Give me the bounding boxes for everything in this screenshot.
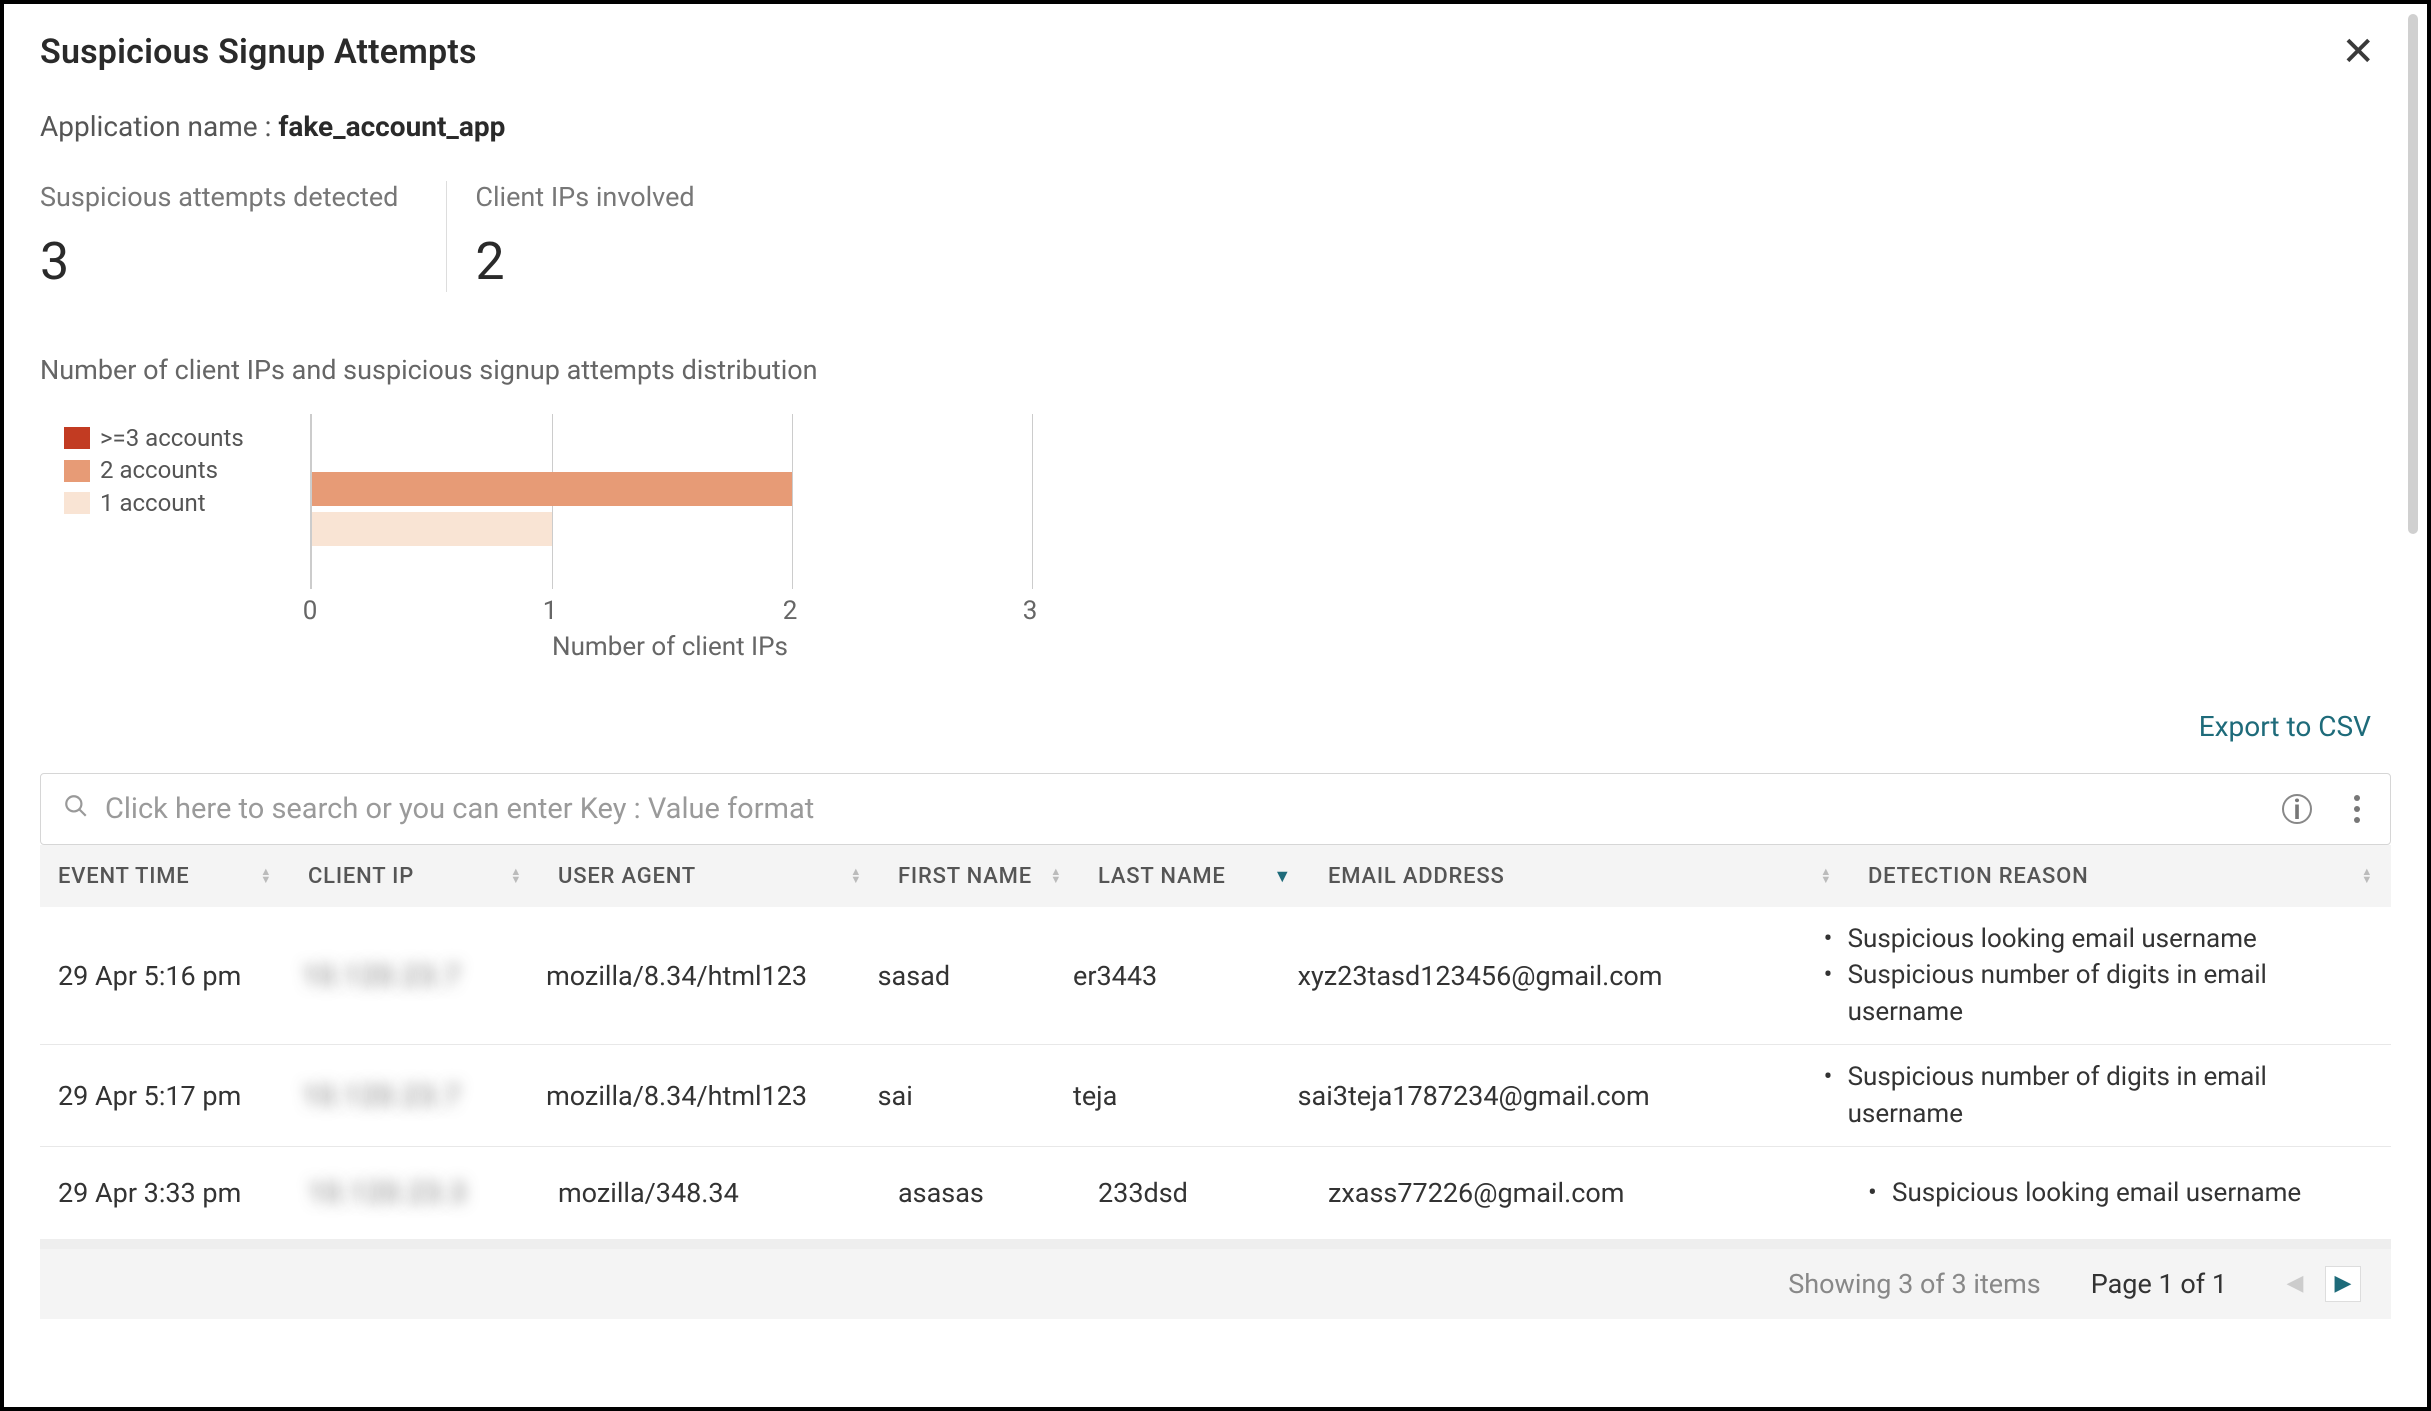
cell-first-name: asasas — [880, 1163, 1080, 1223]
sort-icon: ▲▼ — [510, 868, 522, 883]
legend-item: >=3 accounts — [64, 422, 270, 454]
chart-tick: 1 — [543, 596, 558, 626]
chart-tick: 3 — [1023, 596, 1038, 626]
chart-tick: 2 — [783, 596, 798, 626]
cell-event-time: 29 Apr 3:33 pm — [40, 1163, 290, 1223]
cell-user-agent: mozilla/348.34 — [540, 1163, 880, 1223]
page-title: Suspicious Signup Attempts — [40, 32, 477, 72]
legend-swatch-icon — [64, 427, 90, 449]
application-name-label: Application name : — [40, 110, 271, 143]
chart-bar — [312, 512, 552, 546]
cell-first-name: sasad — [860, 946, 1055, 1006]
cell-user-agent: mozilla/8.34/html123 — [528, 1066, 860, 1126]
pager-prev-icon: ◀ — [2277, 1266, 2313, 1302]
sort-icon: ▲▼ — [850, 868, 862, 883]
horizontal-scrollbar[interactable] — [40, 1239, 2391, 1249]
table-body: 29 Apr 5:16 pm10.120.23.7mozilla/8.34/ht… — [40, 907, 2391, 1239]
column-client-ip[interactable]: CLIENT IP ▲▼ — [290, 864, 540, 889]
cell-email: zxass77226@gmail.com — [1310, 1163, 1850, 1223]
page-indicator: Page 1 of 1 — [2091, 1268, 2227, 1300]
table-header: EVENT TIME ▲▼ CLIENT IP ▲▼ USER AGENT ▲▼… — [40, 845, 2391, 907]
cell-detection-reason: Suspicious looking email username — [1850, 1161, 2391, 1225]
sort-icon: ▲▼ — [1050, 868, 1062, 883]
detection-reason-item: Suspicious number of digits in email use… — [1824, 957, 2373, 1030]
application-name-line: Application name : fake_account_app — [40, 110, 2391, 143]
application-name-value: fake_account_app — [278, 110, 505, 143]
legend-label: 1 account — [100, 487, 206, 519]
cell-detection-reason: Suspicious number of digits in email use… — [1806, 1045, 2391, 1146]
cell-client-ip: 10.120.23.7 — [284, 1065, 528, 1126]
metric-value: 3 — [40, 231, 398, 292]
metric-label: Suspicious attempts detected — [40, 181, 398, 213]
search-bar[interactable]: Click here to search or you can enter Ke… — [40, 773, 2391, 845]
column-first-name[interactable]: FIRST NAME ▲▼ — [880, 864, 1080, 889]
legend-label: 2 accounts — [100, 454, 218, 486]
sort-icon: ▲▼ — [2361, 868, 2373, 883]
column-label: LAST NAME — [1098, 864, 1226, 889]
vertical-scrollbar[interactable] — [2405, 10, 2421, 1401]
column-label: FIRST NAME — [898, 864, 1032, 889]
cell-user-agent: mozilla/8.34/html123 — [528, 946, 860, 1006]
column-label: CLIENT IP — [308, 864, 414, 889]
chart-bar — [312, 472, 792, 506]
table-row[interactable]: 29 Apr 5:16 pm10.120.23.7mozilla/8.34/ht… — [40, 907, 2391, 1045]
kebab-menu-icon[interactable] — [2346, 793, 2368, 825]
cell-last-name: teja — [1055, 1066, 1280, 1126]
search-placeholder: Click here to search or you can enter Ke… — [105, 792, 2248, 826]
chart-tick: 0 — [303, 596, 318, 626]
sort-icon: ▲▼ — [260, 868, 272, 883]
column-event-time[interactable]: EVENT TIME ▲▼ — [40, 864, 290, 889]
cell-last-name: er3443 — [1055, 946, 1280, 1006]
metric-label: Client IPs involved — [475, 181, 694, 213]
metrics-row: Suspicious attempts detected 3 Client IP… — [40, 181, 2391, 292]
legend-label: >=3 accounts — [100, 422, 244, 454]
legend-item: 2 accounts — [64, 454, 270, 486]
cell-event-time: 29 Apr 5:16 pm — [40, 946, 284, 1006]
close-icon[interactable]: ✕ — [2335, 32, 2381, 72]
column-last-name[interactable]: LAST NAME ▼ — [1080, 864, 1310, 889]
cell-detection-reason: Suspicious looking email usernameSuspici… — [1806, 907, 2391, 1044]
showing-count: Showing 3 of 3 items — [1788, 1268, 2040, 1300]
cell-last-name: 233dsd — [1080, 1163, 1310, 1223]
detection-reason-item: Suspicious looking email username — [1824, 921, 2373, 957]
table-row[interactable]: 29 Apr 5:17 pm10.120.23.7mozilla/8.34/ht… — [40, 1045, 2391, 1147]
legend-swatch-icon — [64, 492, 90, 514]
metric-client-ips: Client IPs involved 2 — [446, 181, 742, 292]
sort-desc-icon: ▼ — [1273, 866, 1292, 887]
cell-client-ip: 10.120.23.3 — [290, 1162, 540, 1223]
info-icon[interactable]: i — [2282, 794, 2312, 824]
chart-legend: >=3 accounts 2 accounts 1 account — [40, 414, 270, 519]
column-detection-reason[interactable]: DETECTION REASON ▲▼ — [1850, 864, 2391, 889]
detection-reason-item: Suspicious looking email username — [1868, 1175, 2301, 1211]
cell-email: xyz23tasd123456@gmail.com — [1280, 946, 1806, 1006]
chart-area: 0123 Number of client IPs — [270, 414, 1030, 644]
cell-email: sai3teja1787234@gmail.com — [1280, 1066, 1806, 1126]
metric-value: 2 — [475, 231, 694, 292]
column-label: DETECTION REASON — [1868, 864, 2089, 889]
table-row[interactable]: 29 Apr 3:33 pm10.120.23.3mozilla/348.34a… — [40, 1147, 2391, 1239]
cell-first-name: sai — [860, 1066, 1055, 1126]
column-email[interactable]: EMAIL ADDRESS ▲▼ — [1310, 864, 1850, 889]
column-label: USER AGENT — [558, 864, 696, 889]
column-label: EMAIL ADDRESS — [1328, 864, 1505, 889]
chart-title: Number of client IPs and suspicious sign… — [40, 354, 2391, 386]
detection-reason-item: Suspicious number of digits in email use… — [1824, 1059, 2373, 1132]
scroll-thumb[interactable] — [2408, 14, 2418, 534]
pager-next-button[interactable]: ▶ — [2325, 1266, 2361, 1302]
sort-icon: ▲▼ — [1820, 868, 1832, 883]
search-icon — [63, 793, 89, 826]
chart: >=3 accounts 2 accounts 1 account 0123 N… — [40, 414, 2391, 644]
export-to-csv-link[interactable]: Export to CSV — [2199, 710, 2371, 743]
chart-x-axis-label: Number of client IPs — [310, 632, 1030, 662]
metric-suspicious-attempts: Suspicious attempts detected 3 — [40, 181, 446, 292]
cell-event-time: 29 Apr 5:17 pm — [40, 1066, 284, 1126]
legend-item: 1 account — [64, 487, 270, 519]
legend-swatch-icon — [64, 460, 90, 482]
column-label: EVENT TIME — [58, 864, 190, 889]
cell-client-ip: 10.120.23.7 — [284, 945, 528, 1006]
column-user-agent[interactable]: USER AGENT ▲▼ — [540, 864, 880, 889]
table-footer: Showing 3 of 3 items Page 1 of 1 ◀ ▶ — [40, 1249, 2391, 1319]
